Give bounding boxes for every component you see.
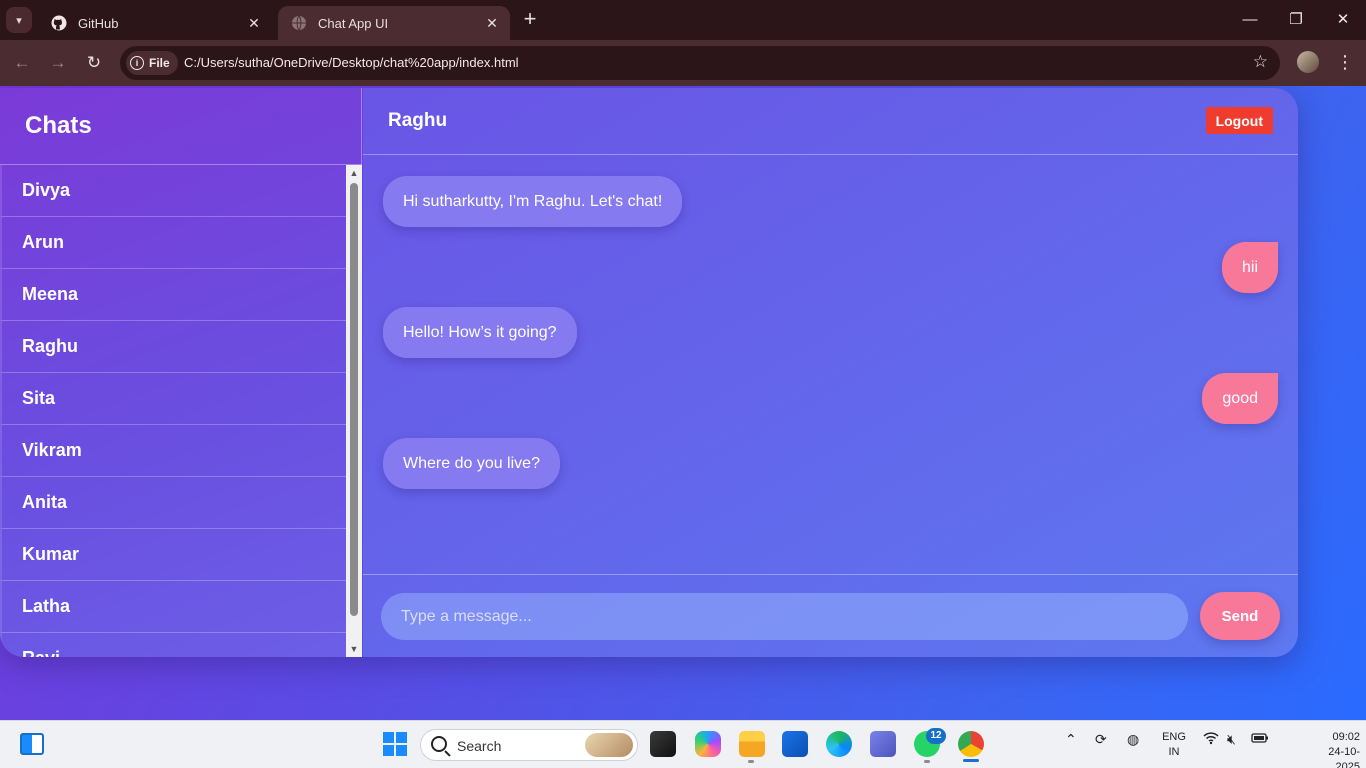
running-indicator <box>748 760 754 763</box>
contact-list: Divya Arun Meena Raghu Sita Vikram Anita… <box>0 165 346 657</box>
scheme-label: File <box>149 56 170 70</box>
tab-search-chevron-icon[interactable]: ▾ <box>6 7 32 33</box>
message-composer: Send <box>363 574 1298 657</box>
task-view-icon[interactable] <box>650 731 676 757</box>
clock-date: 24-10-2025 <box>1328 746 1360 768</box>
wifi-icon[interactable] <box>1203 731 1219 748</box>
message-list: Hi sutharkutty, I'm Raghu. Let's chat! h… <box>363 156 1298 574</box>
chat-panel: Raghu Logout Hi sutharkutty, I'm Raghu. … <box>363 88 1298 657</box>
forward-arrow-icon[interactable]: → <box>46 51 70 75</box>
chat-header: Raghu Logout <box>363 88 1298 155</box>
contact-item-meena[interactable]: Meena <box>0 269 346 321</box>
volume-muted-icon[interactable]: 🔇︎ <box>1227 731 1236 748</box>
contact-list-scrollbar[interactable]: ▲ ▼ <box>346 165 362 657</box>
file-explorer-icon[interactable] <box>739 731 765 757</box>
profile-avatar[interactable] <box>1297 51 1319 73</box>
tab-close-icon[interactable]: ✕ <box>246 15 262 31</box>
outgoing-message: good <box>1202 373 1278 424</box>
active-app-indicator <box>963 759 979 762</box>
show-hidden-icons-chevron-icon[interactable]: ⌃ <box>1065 731 1077 748</box>
contact-item-ravi[interactable]: Ravi <box>0 633 346 657</box>
battery-icon[interactable] <box>1251 731 1269 747</box>
windows-start-icon[interactable] <box>383 732 407 756</box>
microsoft-store-icon[interactable] <box>782 731 808 757</box>
whatsapp-notification-badge: 12 <box>926 728 946 744</box>
reload-icon[interactable]: ↻ <box>82 51 106 75</box>
contact-item-raghu[interactable]: Raghu <box>0 321 346 373</box>
clock-time: 09:02 <box>1332 731 1360 743</box>
language-code: ENG <box>1162 731 1186 743</box>
active-contact-name: Raghu <box>388 110 448 131</box>
new-tab-plus-icon[interactable]: + <box>518 8 542 32</box>
incoming-message: Where do you live? <box>383 438 560 489</box>
browser-toolbar: ← → ↻ i File C:/Users/sutha/OneDrive/Des… <box>0 40 1366 86</box>
send-button[interactable]: Send <box>1200 592 1280 640</box>
contact-item-latha[interactable]: Latha <box>0 581 346 633</box>
taskbar-search[interactable]: Search <box>420 729 638 761</box>
network-globe-icon[interactable]: ◍ <box>1127 731 1139 748</box>
tab-title: GitHub <box>78 15 119 31</box>
browser-tab-strip: ▾ GitHub ✕ Chat App UI ✕ + — ❐ ✕ <box>0 0 1366 40</box>
tab-github[interactable]: GitHub ✕ <box>38 6 272 40</box>
github-icon <box>50 14 68 32</box>
tab-chat-app[interactable]: Chat App UI ✕ <box>278 6 510 40</box>
contact-item-sita[interactable]: Sita <box>0 373 346 425</box>
address-bar[interactable]: i File C:/Users/sutha/OneDrive/Desktop/c… <box>120 46 1280 80</box>
widgets-icon[interactable] <box>20 733 44 755</box>
contact-item-anita[interactable]: Anita <box>0 477 346 529</box>
chat-app-container: Chats Divya Arun Meena Raghu Sita Vikram… <box>0 88 1298 657</box>
region-code: IN <box>1168 746 1180 758</box>
site-info-chip[interactable]: i File <box>126 51 178 75</box>
copilot-icon[interactable] <box>695 731 721 757</box>
restore-icon[interactable]: ❐ <box>1284 8 1308 32</box>
incoming-message: Hi sutharkutty, I'm Raghu. Let's chat! <box>383 176 683 227</box>
contact-item-vikram[interactable]: Vikram <box>0 425 346 477</box>
chat-sidebar: Chats Divya Arun Meena Raghu Sita Vikram… <box>0 88 362 657</box>
tab-title: Chat App UI <box>318 15 389 31</box>
sync-icon[interactable]: ⟳ <box>1095 731 1107 748</box>
input-language-indicator[interactable]: ENG IN <box>1161 730 1187 760</box>
running-indicator <box>924 760 930 763</box>
contact-item-arun[interactable]: Arun <box>0 217 346 269</box>
page-viewport: Chats Divya Arun Meena Raghu Sita Vikram… <box>0 86 1366 720</box>
outgoing-message: hii <box>1221 242 1278 293</box>
system-clock[interactable]: 09:02 24-10-2025 <box>1308 730 1360 768</box>
logout-button[interactable]: Logout <box>1205 107 1273 134</box>
browser-menu-icon[interactable]: ⋮ <box>1336 51 1354 75</box>
window-close-icon[interactable]: ✕ <box>1331 8 1355 32</box>
incoming-message: Hello! How’s it going? <box>383 307 577 358</box>
info-icon: i <box>130 56 144 70</box>
globe-icon <box>290 14 308 32</box>
contact-item-divya[interactable]: Divya <box>0 165 346 217</box>
message-input[interactable] <box>381 593 1188 640</box>
bookmark-star-icon[interactable]: ☆ <box>1253 52 1268 72</box>
sidebar-title: Chats <box>25 112 92 139</box>
teams-icon[interactable] <box>870 731 896 757</box>
search-highlight-image <box>585 733 633 757</box>
chrome-icon[interactable] <box>958 731 984 757</box>
contact-item-kumar[interactable]: Kumar <box>0 529 346 581</box>
tab-close-icon[interactable]: ✕ <box>484 15 500 31</box>
os-taskbar: Search ⌃ ⟳ ◍ ENG IN 🔇︎ 09:02 24-10-2025 <box>0 720 1366 768</box>
back-arrow-icon[interactable]: ← <box>10 51 34 75</box>
scroll-down-arrow-icon[interactable]: ▼ <box>349 644 359 654</box>
url-text[interactable]: C:/Users/sutha/OneDrive/Desktop/chat%20a… <box>184 55 519 70</box>
scrollbar-thumb[interactable] <box>350 183 358 616</box>
search-label: Search <box>457 738 502 754</box>
search-icon <box>431 736 447 752</box>
scroll-up-arrow-icon[interactable]: ▲ <box>349 168 359 178</box>
minimize-icon[interactable]: — <box>1238 8 1262 32</box>
edge-browser-icon[interactable] <box>826 731 852 757</box>
